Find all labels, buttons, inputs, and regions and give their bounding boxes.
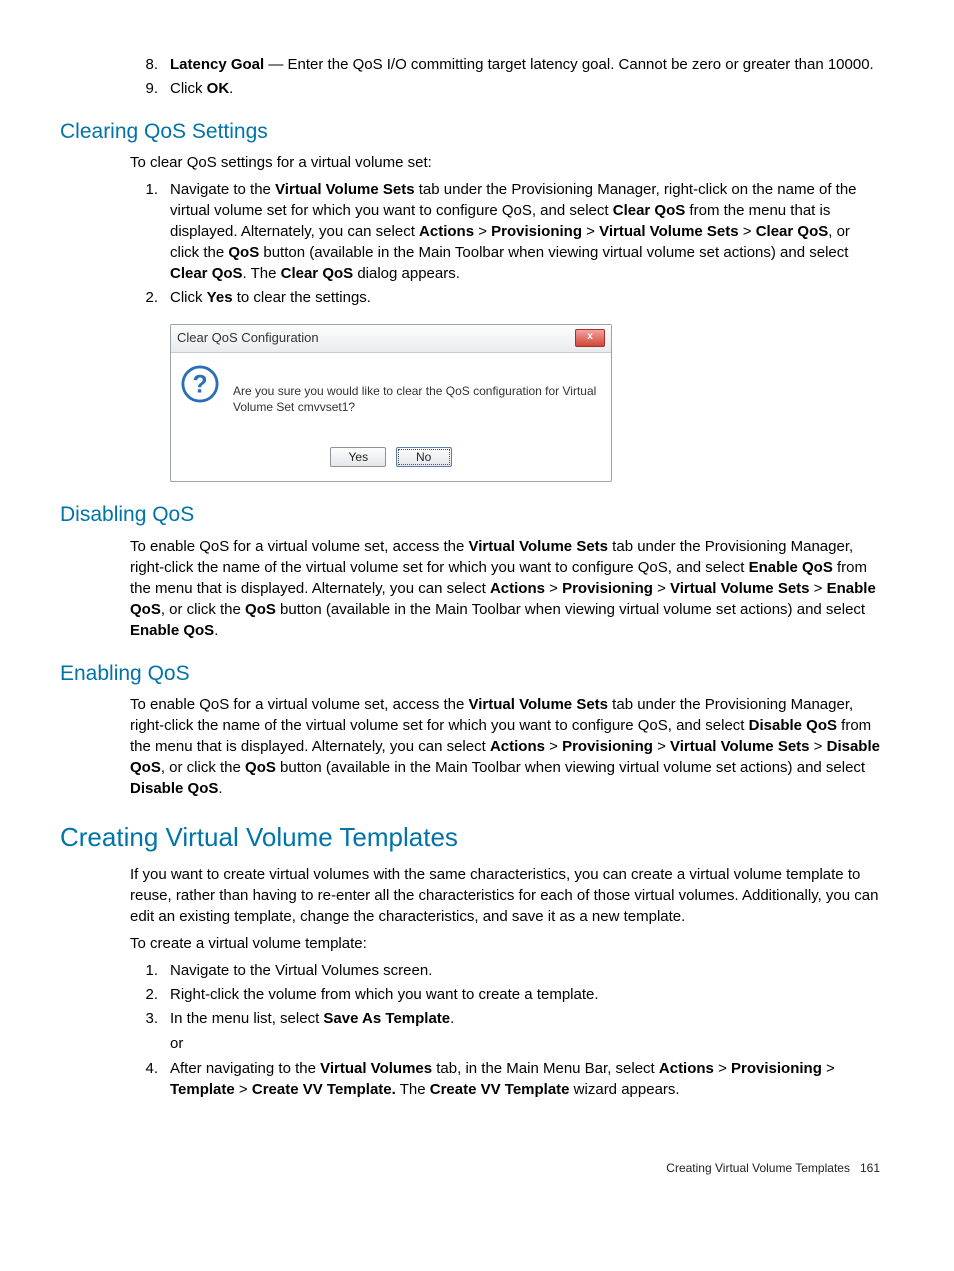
heading-enabling-qos: Enabling QoS <box>60 659 880 688</box>
list-item: 2. Right-click the volume from which you… <box>130 984 880 1005</box>
list-text: Click Yes to clear the settings. <box>170 287 880 308</box>
section-enabling: To enable QoS for a virtual volume set, … <box>130 694 880 799</box>
yes-button[interactable]: Yes <box>330 447 386 468</box>
list-text: In the menu list, select Save As Templat… <box>170 1008 880 1029</box>
list-item: 3. In the menu list, select Save As Temp… <box>130 1008 880 1029</box>
intro-text: To clear QoS settings for a virtual volu… <box>130 152 880 173</box>
heading-disabling-qos: Disabling QoS <box>60 500 880 529</box>
dialog-title-text: Clear QoS Configuration <box>177 329 319 347</box>
section-clearing: To clear QoS settings for a virtual volu… <box>130 152 880 482</box>
top-continuation: 8. Latency Goal — Enter the QoS I/O comm… <box>130 54 880 99</box>
dialog-message: Are you sure you would like to clear the… <box>233 365 601 417</box>
paragraph: To enable QoS for a virtual volume set, … <box>130 694 880 799</box>
close-button[interactable]: x <box>575 329 605 347</box>
paragraph: To create a virtual volume template: <box>130 933 880 954</box>
paragraph: To enable QoS for a virtual volume set, … <box>130 536 880 641</box>
list-number: 1. <box>130 960 158 981</box>
dialog-body: ? Are you sure you would like to clear t… <box>171 353 611 443</box>
section-disabling: To enable QoS for a virtual volume set, … <box>130 536 880 641</box>
section-templates: If you want to create virtual volumes wi… <box>130 864 880 1100</box>
heading-clearing-qos: Clearing QoS Settings <box>60 117 880 146</box>
list-item: 1. Navigate to the Virtual Volumes scree… <box>130 960 880 981</box>
page-footer: Creating Virtual Volume Templates 161 <box>60 1160 880 1177</box>
list-text: Navigate to the Virtual Volume Sets tab … <box>170 179 880 284</box>
question-icon: ? <box>181 365 219 403</box>
list-item: 4. After navigating to the Virtual Volum… <box>130 1058 880 1100</box>
list-number: 8. <box>130 54 158 75</box>
list-text: Right-click the volume from which you wa… <box>170 984 880 1005</box>
clear-qos-dialog: Clear QoS Configuration x ? Are you sure… <box>170 324 612 482</box>
list-number: 2. <box>130 287 158 308</box>
list-number: 2. <box>130 984 158 1005</box>
list-number: 9. <box>130 78 158 99</box>
list-number: 1. <box>130 179 158 284</box>
list-text: After navigating to the Virtual Volumes … <box>170 1058 880 1100</box>
dialog-titlebar: Clear QoS Configuration x <box>171 325 611 352</box>
list-item: 9. Click OK. <box>130 78 880 99</box>
list-item: 1. Navigate to the Virtual Volume Sets t… <box>130 179 880 284</box>
page-number: 161 <box>860 1161 880 1175</box>
paragraph: If you want to create virtual volumes wi… <box>130 864 880 927</box>
svg-text:?: ? <box>192 371 207 398</box>
no-button[interactable]: No <box>396 447 452 468</box>
list-item: 8. Latency Goal — Enter the QoS I/O comm… <box>130 54 880 75</box>
list-number: 4. <box>130 1058 158 1100</box>
or-text: or <box>170 1033 880 1054</box>
list-item: 2. Click Yes to clear the settings. <box>130 287 880 308</box>
heading-creating-templates: Creating Virtual Volume Templates <box>60 819 880 855</box>
footer-title: Creating Virtual Volume Templates <box>666 1161 850 1175</box>
list-text: Navigate to the Virtual Volumes screen. <box>170 960 880 981</box>
page-content: 8. Latency Goal — Enter the QoS I/O comm… <box>60 54 880 1176</box>
list-text: Click OK. <box>170 78 880 99</box>
dialog-buttons: Yes No <box>171 443 611 482</box>
list-text: Latency Goal — Enter the QoS I/O committ… <box>170 54 880 75</box>
list-number: 3. <box>130 1008 158 1029</box>
